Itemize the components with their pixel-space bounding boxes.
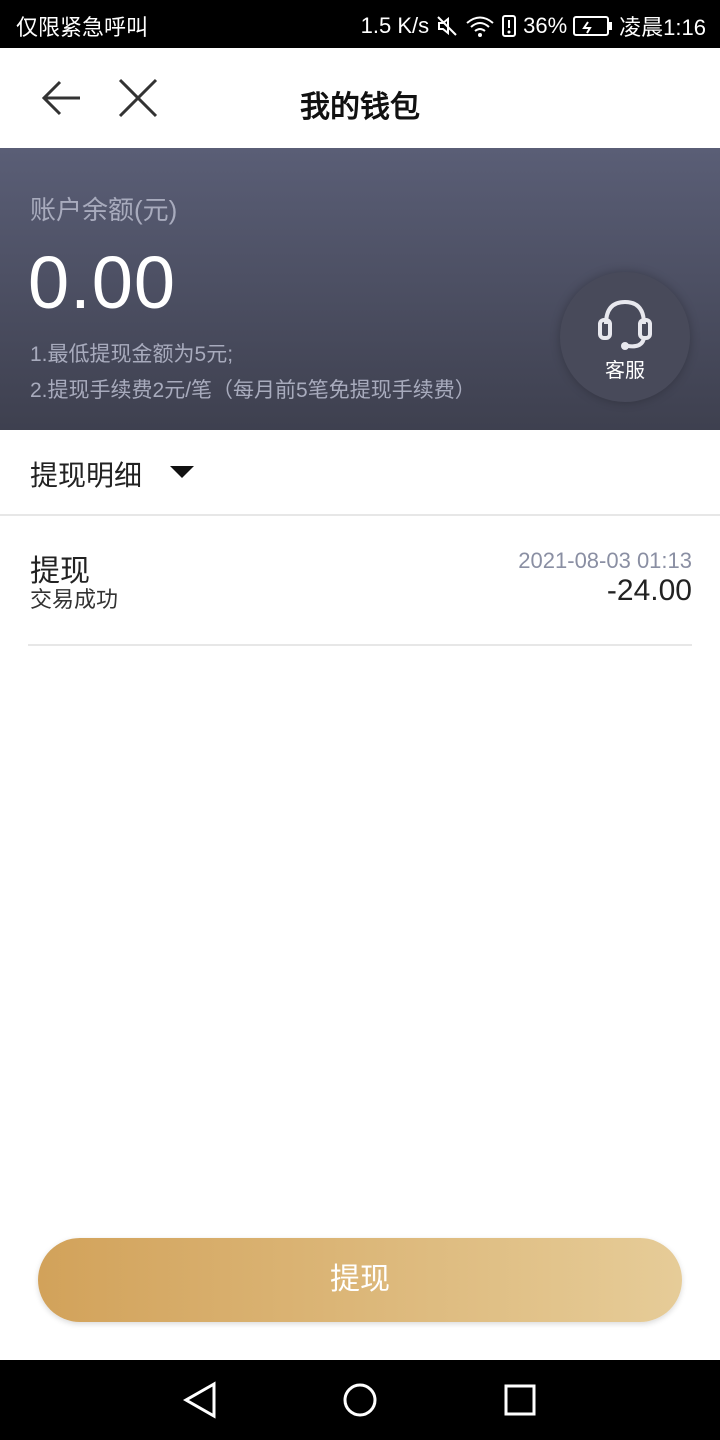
rule-text-1: 1.最低提现金额为5元; xyxy=(30,343,234,366)
transaction-amount: -24.00 xyxy=(606,574,692,607)
top-nav: 我的钱包 xyxy=(0,48,720,148)
withdraw-button[interactable]: 提现 xyxy=(38,1238,682,1322)
system-home-icon[interactable] xyxy=(342,1382,378,1418)
wifi-icon xyxy=(465,14,495,38)
alert-icon xyxy=(501,14,517,38)
clock: 凌晨1:16 xyxy=(619,15,706,40)
rule-text-2: 2.提现手续费2元/笔（每月前5笔免提现手续费） xyxy=(30,379,476,402)
headset-icon xyxy=(596,296,654,352)
mute-icon xyxy=(435,14,459,38)
system-nav-bar xyxy=(0,1360,720,1440)
battery-percent: 36% xyxy=(523,13,568,38)
system-back-icon[interactable] xyxy=(182,1380,218,1420)
caret-down-icon xyxy=(170,464,194,480)
network-speed: 1.5 K/s xyxy=(360,13,430,38)
withdraw-detail-dropdown[interactable]: 提现明细 xyxy=(0,430,720,516)
status-bar: 仅限紧急呼叫 1.5 K/s 36% 凌晨1:16 xyxy=(0,0,720,48)
battery-icon xyxy=(573,15,613,37)
transaction-time: 2021-08-03 01:13 xyxy=(518,548,692,573)
balance-amount: 0.00 xyxy=(28,241,177,324)
system-recents-icon[interactable] xyxy=(504,1384,536,1416)
transaction-row[interactable]: 提现 交易成功 2021-08-03 01:13 -24.00 xyxy=(28,516,692,646)
customer-service-label: 客服 xyxy=(605,360,645,382)
status-right: 1.5 K/s 36% 凌晨1:16 xyxy=(361,10,706,42)
balance-card: 账户余额(元) 0.00 1.最低提现金额为5元; 2.提现手续费2元/笔（每月… xyxy=(0,148,720,430)
page-title: 我的钱包 xyxy=(300,91,420,124)
carrier-text: 仅限紧急呼叫 xyxy=(16,15,149,40)
detail-title: 提现明细 xyxy=(30,460,143,491)
customer-service-button[interactable]: 客服 xyxy=(560,272,690,402)
balance-label: 账户余额(元) xyxy=(30,195,178,225)
transaction-status: 交易成功 xyxy=(30,587,119,612)
